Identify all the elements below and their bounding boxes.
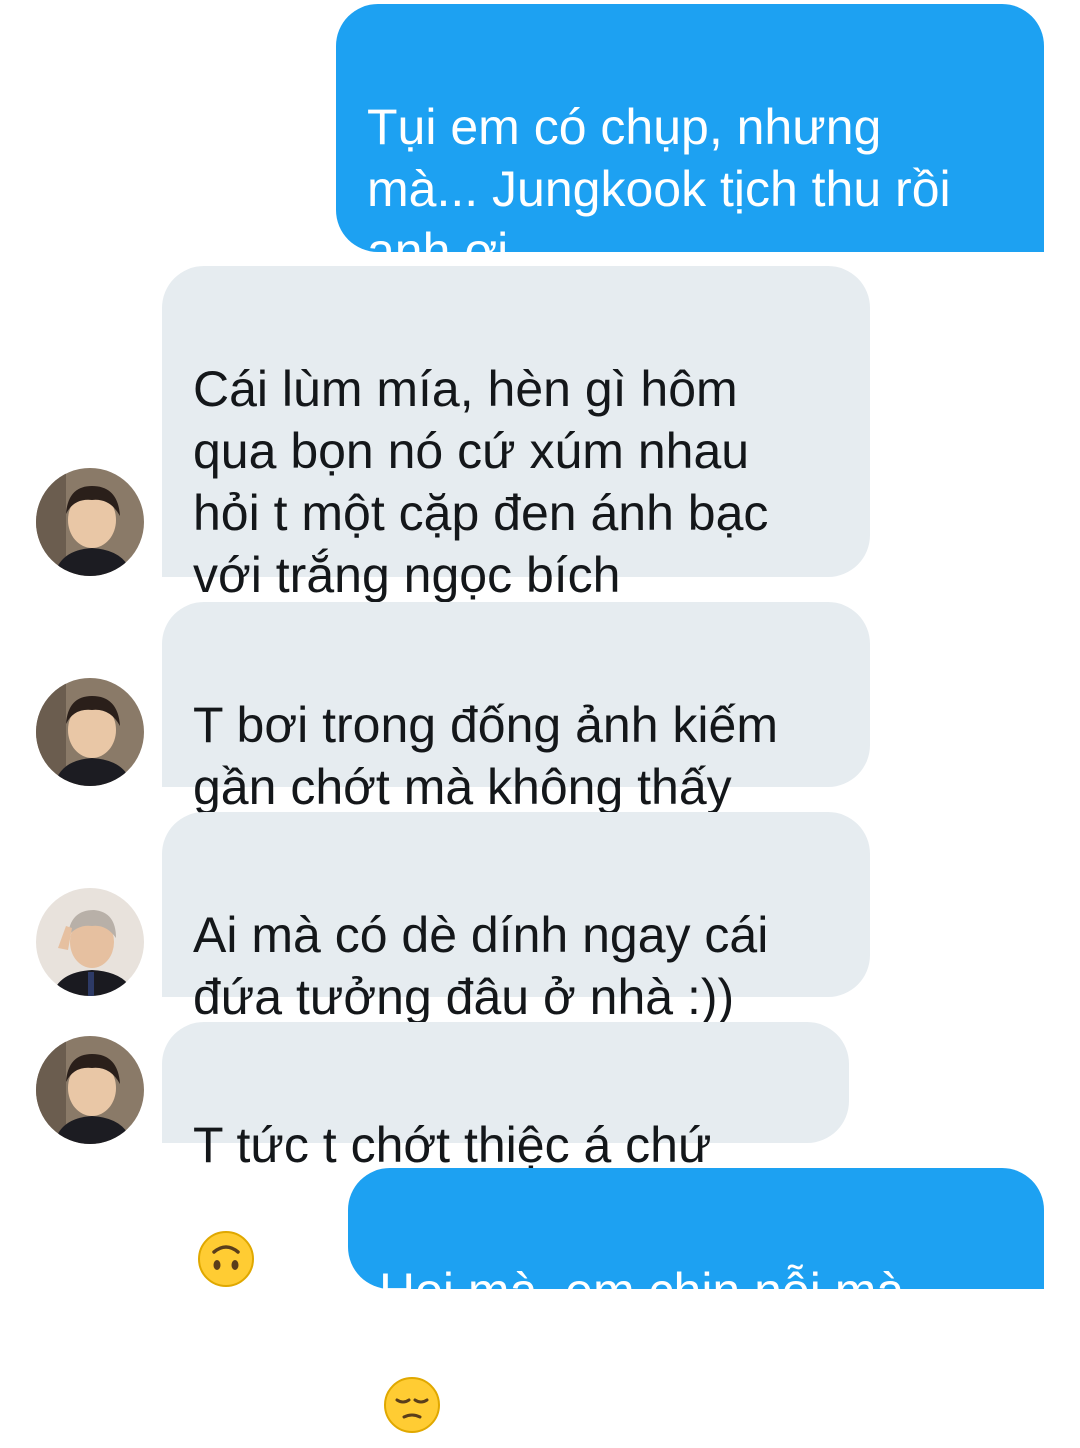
message-bubble-outgoing[interactable]: Tụi em có chụp, nhưng mà... Jungkook tịc… — [336, 4, 1044, 393]
avatar[interactable] — [36, 468, 144, 576]
message-text: T tức t chớt thiệc á chứ — [193, 1117, 712, 1173]
avatar-1-icon — [36, 468, 144, 576]
message-text: Hoi mà, em chin nỗi mà — [379, 1263, 905, 1319]
message-bubble-incoming[interactable]: T bơi trong đống ảnh kiếm gần chớt mà kh… — [162, 602, 870, 815]
message-text: T bơi trong đống ảnh kiếm gần chớt mà kh… — [193, 697, 778, 815]
avatar[interactable] — [36, 1036, 144, 1144]
avatar-1-icon — [36, 678, 144, 786]
avatar[interactable] — [36, 678, 144, 786]
message-bubble-incoming[interactable]: T tức t chớt thiệc á chứ — [162, 1022, 849, 1287]
message-bubble-incoming[interactable]: Ai mà có dè dính ngay cái đứa tưởng đâu … — [162, 812, 870, 1025]
message-text: Ai mà có dè dính ngay cái đứa tưởng đâu … — [193, 907, 769, 1025]
message-bubble-incoming[interactable]: Cái lùm mía, hèn gì hôm qua bọn nó cứ xú… — [162, 266, 870, 717]
message-text: Tụi em có chụp, nhưng mà... Jungkook tịc… — [367, 99, 951, 279]
message-bubble-outgoing[interactable]: Hoi mà, em chin nỗi mà — [348, 1168, 1044, 1433]
pensive-face-icon — [383, 1314, 441, 1448]
avatar-1-icon — [36, 1036, 144, 1144]
avatar[interactable] — [36, 888, 144, 996]
avatar-2-icon — [36, 888, 144, 996]
message-text: Cái lùm mía, hèn gì hôm qua bọn nó cứ xú… — [193, 361, 769, 603]
upside-down-face-icon — [197, 1168, 255, 1302]
